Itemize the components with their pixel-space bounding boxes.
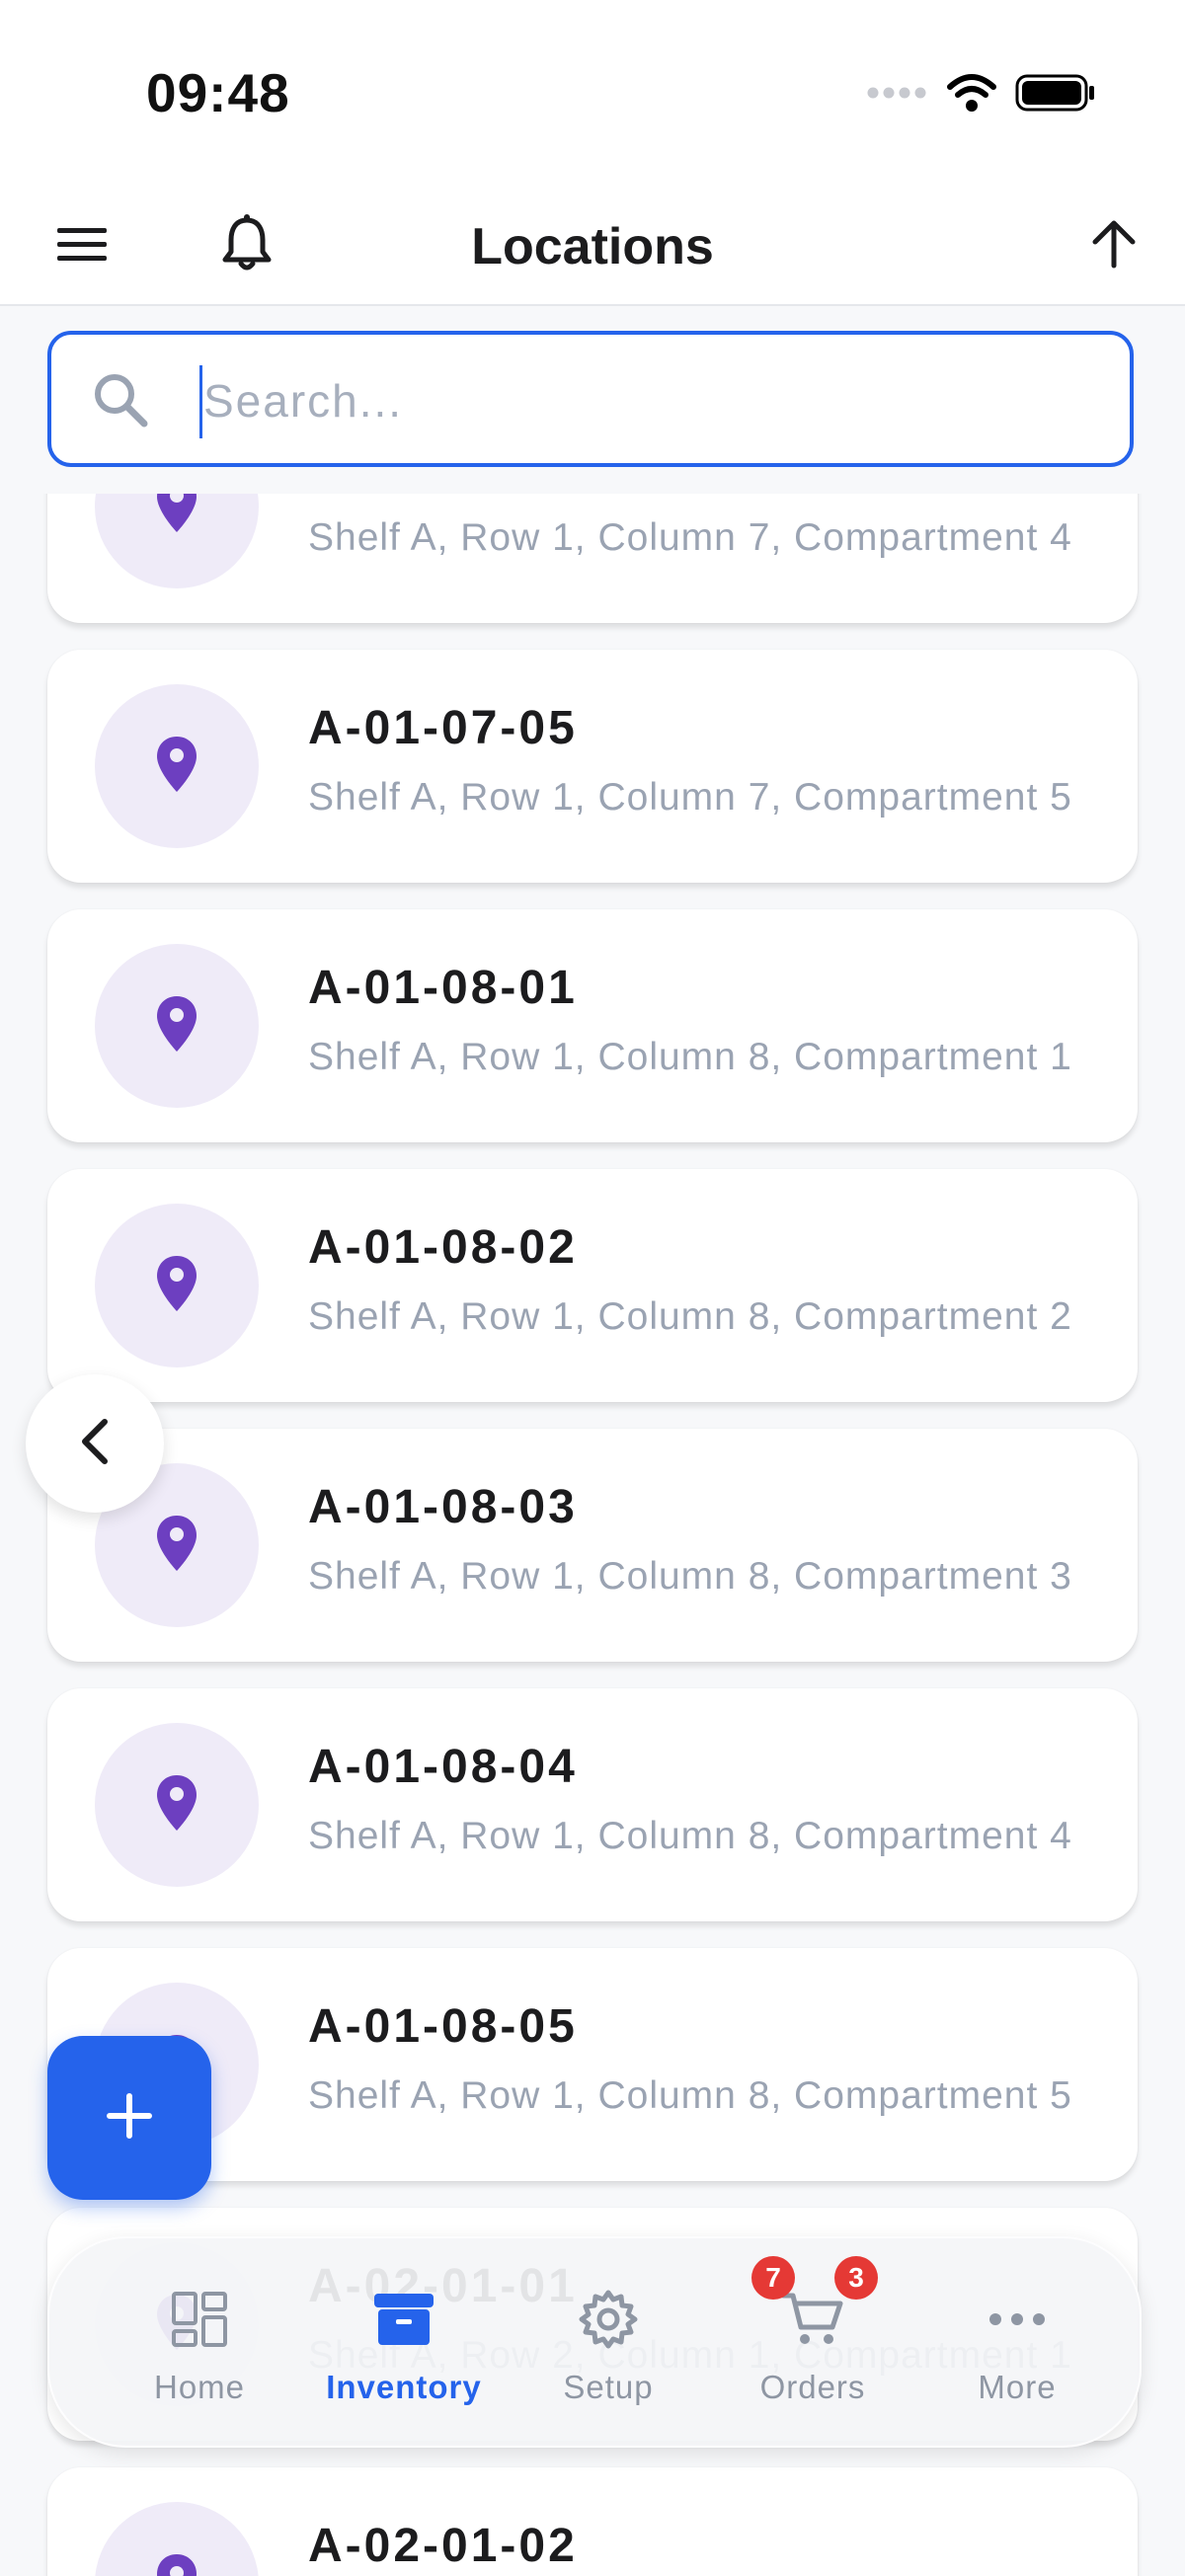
status-icons (867, 73, 1096, 117)
sort-ascending-button[interactable] (1079, 211, 1148, 280)
location-avatar (95, 944, 259, 1108)
location-avatar (95, 2502, 259, 2576)
text-caret (199, 365, 202, 438)
location-avatar (95, 1204, 259, 1367)
signal-icon (867, 85, 928, 106)
wifi-icon (946, 73, 997, 117)
nav-inventory-label: Inventory (326, 2369, 482, 2405)
location-code: A-01-08-04 (308, 1741, 578, 1793)
location-card[interactable]: A-01-08-01 Shelf A, Row 1, Column 8, Comp… (47, 909, 1138, 1142)
plus-icon (106, 2092, 153, 2145)
battery-icon (1015, 73, 1096, 117)
nav-more-label: More (978, 2369, 1057, 2405)
location-avatar (95, 684, 259, 848)
location-code: A-01-07-04 (308, 494, 578, 496)
back-button[interactable] (26, 1374, 164, 1513)
location-avatar (95, 494, 259, 588)
orders-badge-left: 7 (751, 2256, 795, 2300)
location-card[interactable]: A-01-07-04 Shelf A, Row 1, Column 7, Comp… (47, 494, 1138, 623)
bottom-navigation: Home Inventory Setup 7 3 Orders More (47, 2236, 1142, 2448)
nav-setup-label: Setup (563, 2369, 654, 2405)
arrow-up-icon (1089, 218, 1139, 274)
search-icon (91, 370, 150, 434)
location-description: Shelf A, Row 1, Column 8, Compartment 5 (308, 2074, 1072, 2117)
map-pin-icon (155, 1514, 198, 1578)
nav-home-label: Home (153, 2369, 246, 2405)
more-dots-icon (978, 2280, 1057, 2359)
location-description: Shelf A, Row 1, Column 8, Compartment 2 (308, 1295, 1072, 1338)
nav-orders-label: Orders (759, 2369, 866, 2405)
location-description: Shelf A, Row 1, Column 7, Compartment 5 (308, 776, 1072, 819)
map-pin-icon (155, 494, 198, 539)
location-description: Shelf A, Row 1, Column 8, Compartment 1 (308, 1036, 1072, 1078)
home-grid-icon (160, 2280, 239, 2359)
map-pin-icon (155, 2552, 198, 2576)
orders-badge-right: 3 (834, 2256, 878, 2300)
location-card[interactable]: A-01-08-02 Shelf A, Row 1, Column 8, Comp… (47, 1169, 1138, 1402)
location-code: A-02-01-02 (308, 2520, 578, 2572)
location-description: Shelf A, Row 1, Column 8, Compartment 4 (308, 1815, 1072, 1857)
map-pin-icon (155, 1254, 198, 1318)
location-description: Shelf A, Row 1, Column 8, Compartment 3 (308, 1555, 1072, 1598)
app-bar: Locations (0, 188, 1185, 306)
location-avatar (95, 1723, 259, 1887)
location-code: A-01-08-02 (308, 1221, 578, 1274)
chevron-left-icon (77, 1418, 113, 1470)
location-code: A-01-08-05 (308, 2000, 578, 2053)
page-title: Locations (471, 218, 714, 275)
location-code: A-01-07-05 (308, 702, 578, 754)
nav-setup[interactable]: Setup (510, 2238, 707, 2446)
location-card[interactable]: A-01-07-05 Shelf A, Row 1, Column 7, Comp… (47, 650, 1138, 883)
map-pin-icon (155, 994, 198, 1058)
location-card[interactable]: A-01-08-03 Shelf A, Row 1, Column 8, Comp… (47, 1429, 1138, 1662)
nav-inventory[interactable]: Inventory (305, 2238, 503, 2446)
cart-icon: 7 3 (751, 2256, 878, 2359)
location-code: A-01-08-03 (308, 1481, 578, 1533)
status-bar: 09:48 (0, 0, 1185, 188)
map-pin-icon (155, 735, 198, 799)
status-time: 09:48 (146, 62, 290, 123)
location-description: Shelf A, Row 1, Column 7, Compartment 4 (308, 516, 1072, 559)
location-card[interactable]: A-02-01-02Shelf A, Row 2, Column 1, Comp… (47, 2467, 1138, 2576)
nav-home[interactable]: Home (101, 2238, 298, 2446)
location-card[interactable]: A-01-08-04 Shelf A, Row 1, Column 8, Comp… (47, 1688, 1138, 1921)
archive-box-icon (364, 2280, 443, 2359)
location-code: A-01-08-01 (308, 962, 578, 1014)
gear-icon (569, 2280, 648, 2359)
nav-more[interactable]: More (918, 2238, 1116, 2446)
nav-orders[interactable]: 7 3 Orders (714, 2238, 911, 2446)
add-location-button[interactable] (47, 2036, 211, 2200)
search-box[interactable] (47, 331, 1134, 467)
map-pin-icon (155, 1773, 198, 1837)
search-input[interactable] (201, 360, 1094, 441)
